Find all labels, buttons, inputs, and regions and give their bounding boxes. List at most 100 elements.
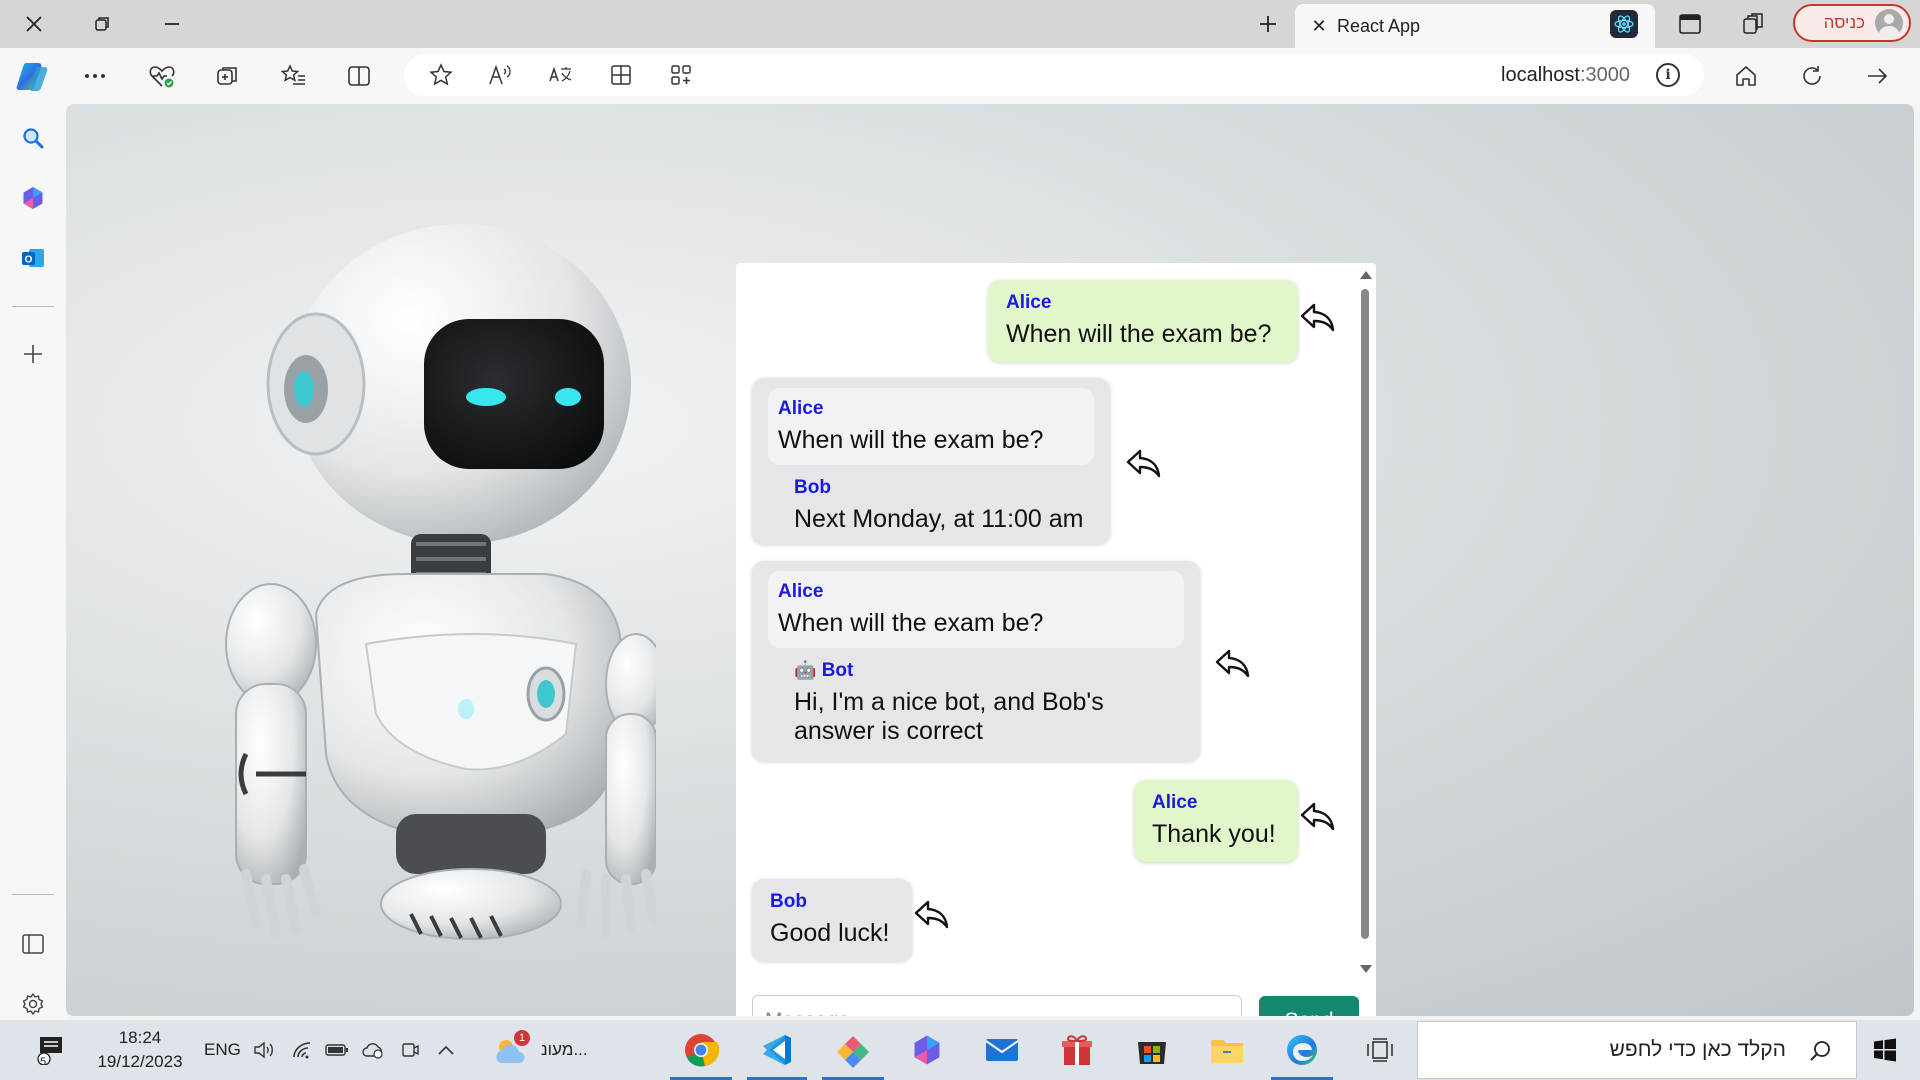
gift-icon[interactable] — [1057, 1030, 1097, 1070]
input-language[interactable]: ENG — [204, 1040, 241, 1060]
url-port: :3000 — [1579, 64, 1630, 86]
close-tab-icon[interactable]: ✕ — [1305, 16, 1333, 37]
message-text: Next Monday, at 11:00 am — [794, 505, 1084, 533]
reply-arrow-icon[interactable] — [1213, 643, 1253, 683]
bot-emoji-icon: 🤖 — [794, 660, 817, 680]
refresh-icon[interactable] — [1795, 60, 1829, 92]
profile-sign-in-button[interactable]: כניסה — [1793, 4, 1911, 42]
translate-icon[interactable] — [544, 59, 578, 91]
message-sender: Alice — [1152, 792, 1198, 813]
reply-arrow-icon[interactable] — [912, 894, 952, 934]
meet-now-icon[interactable] — [398, 1038, 422, 1062]
message-bubble: Bob Good luck! — [752, 879, 912, 961]
battery-icon[interactable] — [325, 1038, 349, 1062]
browser-toolbar: localhost:3000 i — [0, 48, 1920, 104]
add-favorite-star-icon[interactable] — [424, 59, 458, 91]
vscode-icon[interactable] — [757, 1030, 797, 1070]
reply-arrow-icon[interactable] — [1124, 443, 1164, 483]
weather-badge: 1 — [514, 1030, 530, 1046]
taskbar-search-placeholder: הקלד כאן כדי לחפש — [1609, 1038, 1786, 1061]
home-icon[interactable] — [1729, 60, 1763, 92]
more-options-icon[interactable] — [78, 60, 112, 92]
windows-start-icon[interactable] — [1865, 1030, 1905, 1070]
add-sidebar-app-icon[interactable] — [15, 336, 51, 372]
edge-browser-icon[interactable] — [1282, 1030, 1322, 1070]
sidebar-settings-gear-icon[interactable] — [15, 986, 51, 1022]
tab-title: React App — [1337, 15, 1421, 36]
chrome-icon[interactable] — [681, 1030, 721, 1070]
url-host: localhost — [1501, 64, 1580, 86]
message-sender: Bot — [821, 660, 854, 681]
wifi-icon[interactable] — [290, 1038, 314, 1062]
message-text: Good luck! — [770, 919, 890, 947]
address-bar[interactable]: localhost:3000 i — [404, 54, 1704, 96]
tab-react-app[interactable]: ✕ React App — [1295, 4, 1655, 48]
site-info-icon[interactable]: i — [1656, 63, 1680, 87]
message-text: Hi, I'm a nice bot, and Bob's answer is … — [794, 688, 1104, 745]
favorites-icon[interactable] — [277, 60, 311, 92]
message-scrollbar[interactable] — [1358, 271, 1372, 973]
message-list[interactable]: Alice When will the exam be? Alice When … — [736, 263, 1376, 973]
copilot-app-icon[interactable] — [907, 1030, 947, 1070]
read-aloud-icon[interactable] — [484, 59, 518, 91]
task-view-icon[interactable] — [1360, 1030, 1400, 1070]
profile-label: כניסה — [1823, 13, 1865, 32]
search-magnifier-icon — [1808, 1039, 1832, 1068]
new-tab-button[interactable] — [1250, 8, 1286, 40]
quoted-text: When will the exam be? — [778, 426, 1044, 454]
split-screen-icon[interactable] — [342, 60, 376, 92]
microsoft-store-icon[interactable] — [1132, 1030, 1172, 1070]
send-button[interactable]: Send — [1259, 996, 1359, 1016]
volume-icon[interactable] — [252, 1038, 276, 1062]
onedrive-icon[interactable] — [361, 1038, 385, 1062]
notification-count: 5 — [39, 1056, 47, 1068]
page-content: Alice When will the exam be? Alice When … — [66, 104, 1914, 1016]
power-automate-icon[interactable] — [833, 1030, 873, 1070]
quoted-sender: Alice — [778, 581, 824, 602]
copilot-hexagon-icon[interactable] — [15, 180, 51, 216]
file-explorer-icon[interactable] — [1207, 1030, 1247, 1070]
scroll-up-arrow-icon[interactable] — [1360, 271, 1372, 279]
taskbar-clock[interactable]: 18:24 19/12/2023 — [80, 1026, 200, 1074]
weather-label[interactable]: מעונ... — [541, 1040, 588, 1060]
workspaces-icon[interactable] — [1672, 8, 1708, 40]
message-sender: Bob — [794, 477, 831, 498]
scroll-down-arrow-icon[interactable] — [1360, 965, 1372, 973]
taskbar-search-box[interactable]: הקלד כאן כדי לחפש — [1417, 1021, 1857, 1079]
windows-taskbar: 5 18:24 19/12/2023 ENG 1 מעונ... הקלד כא… — [0, 1020, 1920, 1080]
browser-essentials-icon[interactable] — [145, 60, 179, 92]
collections-tabs-icon[interactable] — [1735, 8, 1771, 40]
quoted-message: Alice When will the exam be? — [768, 571, 1184, 648]
message-input[interactable] — [752, 995, 1242, 1016]
restore-window-icon[interactable] — [84, 8, 120, 40]
message-bubble: Alice When will the exam be? 🤖 Bot Hi, I… — [752, 561, 1200, 761]
message-bubble: Alice Thank you! — [1134, 780, 1298, 862]
message-sender: Alice — [1006, 292, 1052, 313]
clock-date: 19/12/2023 — [97, 1052, 183, 1071]
mail-icon[interactable] — [982, 1030, 1022, 1070]
message-sender-row: 🤖 Bot — [794, 660, 1182, 682]
search-icon[interactable] — [15, 120, 51, 156]
svg-text:O: O — [25, 255, 33, 266]
react-devtools-icon[interactable] — [1610, 10, 1638, 38]
show-hidden-icons-chevron-up-icon[interactable] — [434, 1038, 458, 1062]
close-window-icon[interactable] — [16, 8, 52, 40]
quoted-sender: Alice — [778, 398, 824, 419]
outlook-icon[interactable]: O — [15, 240, 51, 276]
quoted-text: When will the exam be? — [778, 609, 1044, 637]
minimize-window-icon[interactable] — [154, 8, 190, 40]
message-composer: Send — [736, 983, 1376, 1016]
url-text[interactable]: localhost:3000 — [1501, 64, 1630, 87]
app-available-icon[interactable] — [664, 59, 698, 91]
scroll-thumb[interactable] — [1361, 289, 1369, 939]
message-text: Thank you! — [1152, 820, 1276, 848]
reply-arrow-icon[interactable] — [1298, 297, 1338, 337]
tab-actions-icon[interactable] — [211, 60, 245, 92]
extensions-icon[interactable] — [604, 59, 638, 91]
sidebar-divider — [12, 306, 54, 307]
chat-panel: Alice When will the exam be? Alice When … — [736, 263, 1376, 1016]
copilot-icon[interactable] — [14, 58, 52, 94]
reply-arrow-icon[interactable] — [1298, 796, 1338, 836]
hide-sidebar-icon[interactable] — [15, 926, 51, 962]
forward-arrow-icon[interactable] — [1860, 60, 1894, 92]
